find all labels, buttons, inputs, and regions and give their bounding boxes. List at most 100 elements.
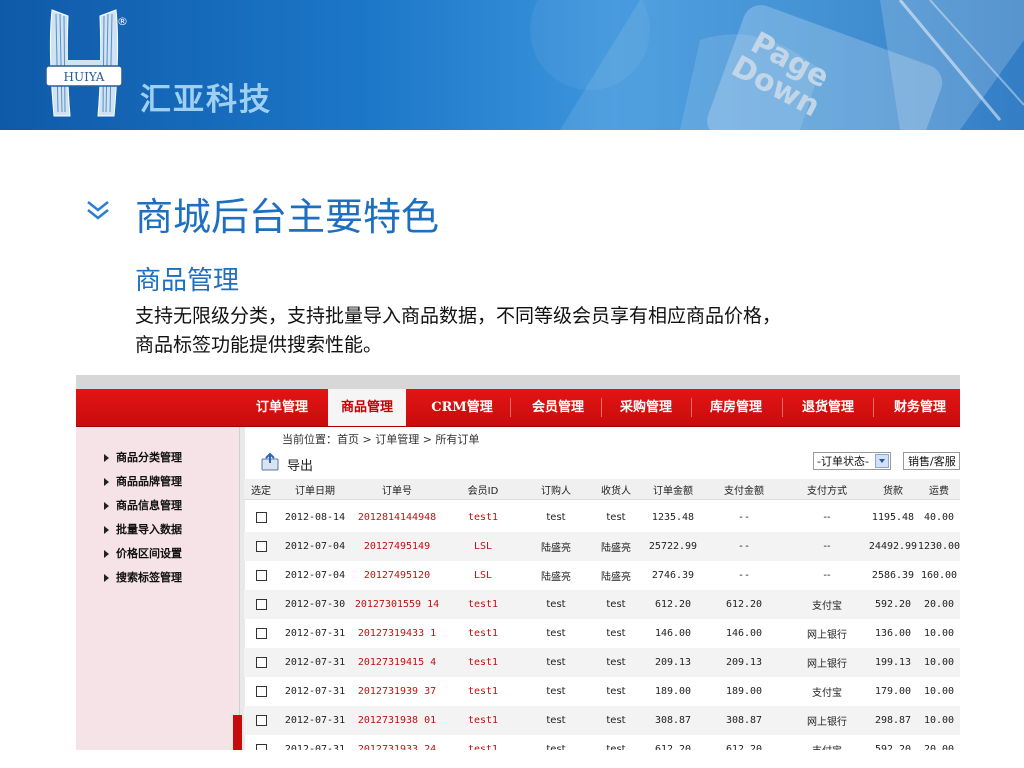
- shipping-fee: 10.00: [923, 657, 955, 668]
- col-order-no: 订单号: [382, 485, 412, 497]
- row-checkbox[interactable]: [255, 686, 267, 697]
- nav-purchasing[interactable]: 采购管理: [608, 389, 684, 426]
- triangle-right-icon: [104, 454, 109, 462]
- receiver: test: [606, 715, 626, 726]
- nav-divider: [782, 398, 783, 417]
- buyer: test: [546, 686, 566, 697]
- shipping-fee: 10.00: [923, 628, 955, 639]
- order-amount: 189.00: [654, 686, 692, 697]
- order-date: 2012-07-31: [284, 744, 346, 750]
- payment-method: 网上银行: [807, 717, 847, 728]
- row-checkbox[interactable]: [255, 744, 267, 750]
- sales-service-field[interactable]: 销售/客服: [903, 452, 960, 470]
- payment-method: 网上银行: [807, 659, 847, 670]
- order-date: 2012-07-31: [284, 657, 346, 668]
- goods-amount: 179.00: [874, 686, 912, 697]
- member-id: test1: [467, 512, 499, 523]
- buyer: test: [546, 744, 566, 750]
- nav-members[interactable]: 会员管理: [520, 389, 596, 426]
- row-checkbox[interactable]: [255, 541, 267, 552]
- paid-amount: --: [737, 541, 751, 552]
- triangle-right-icon: [104, 526, 109, 534]
- sidebar-item-search-tags[interactable]: 搜索标签管理: [104, 568, 182, 588]
- order-number[interactable]: 20127301559 14: [352, 590, 442, 619]
- nav-warehouse[interactable]: 库房管理: [698, 389, 774, 426]
- shipping-fee: 1230.00: [917, 541, 960, 552]
- order-status-select[interactable]: -订单状态-: [813, 452, 891, 470]
- sidebar-item-category[interactable]: 商品分类管理: [104, 448, 182, 468]
- nav-returns[interactable]: 退货管理: [790, 389, 866, 426]
- goods-amount: 592.20: [874, 744, 912, 750]
- sidebar-item-info[interactable]: 商品信息管理: [104, 496, 182, 516]
- top-strip: [76, 375, 960, 389]
- member-id: LSL: [473, 541, 493, 552]
- buyer: 陆盛亮: [541, 543, 571, 554]
- order-date: 2012-07-04: [284, 570, 346, 581]
- row-checkbox[interactable]: [255, 599, 267, 610]
- member-id: test1: [467, 628, 499, 639]
- row-select-cell: [244, 706, 278, 735]
- sidebar-item-label: 批量导入数据: [116, 523, 182, 536]
- buyer: test: [546, 628, 566, 639]
- sidebar-item-label: 商品分类管理: [116, 451, 182, 464]
- shipping-fee: 20.00: [923, 599, 955, 610]
- order-number[interactable]: 20127319433 1: [352, 619, 442, 648]
- nav-crm[interactable]: CRM管理: [430, 389, 494, 426]
- order-number[interactable]: 20127319415 4: [352, 648, 442, 677]
- member-id: test1: [467, 715, 499, 726]
- row-select-cell: [244, 503, 278, 532]
- row-checkbox[interactable]: [255, 657, 267, 668]
- col-pay-method: 支付方式: [807, 485, 847, 497]
- order-date: 2012-07-31: [284, 715, 346, 726]
- receiver: test: [606, 512, 626, 523]
- nav-finance[interactable]: 财务管理: [882, 389, 958, 426]
- row-checkbox[interactable]: [255, 715, 267, 726]
- row-checkbox[interactable]: [255, 628, 267, 639]
- sidebar-item-import[interactable]: 批量导入数据: [104, 520, 182, 540]
- goods-amount: 24492.99: [868, 541, 918, 552]
- brand-name: 汇亚科技: [140, 82, 272, 118]
- row-checkbox[interactable]: [255, 512, 267, 523]
- buyer: test: [546, 657, 566, 668]
- payment-method: --: [823, 570, 831, 581]
- shipping-fee: 40.00: [923, 512, 955, 523]
- goods-amount: 199.13: [874, 657, 912, 668]
- order-number[interactable]: 2012731933 24: [352, 735, 442, 750]
- slide-title: 商城后台主要特色: [135, 195, 440, 239]
- order-number[interactable]: 2012731939 37: [352, 677, 442, 706]
- payment-method: --: [823, 512, 831, 523]
- table-row: 2012-08-14 2012814144948 test1 test test 1235…: [244, 503, 960, 532]
- paid-amount: 189.00: [725, 686, 763, 697]
- triangle-right-icon: [104, 478, 109, 486]
- order-amount: 2746.39: [651, 570, 695, 581]
- order-number[interactable]: 20127495120: [352, 561, 442, 590]
- table-row: 2012-07-31 2012731933 24 test1 test test 612.…: [244, 735, 960, 750]
- nav-orders[interactable]: 订单管理: [244, 389, 320, 426]
- nav-divider: [691, 398, 692, 417]
- sidebar-item-price-range[interactable]: 价格区间设置: [104, 544, 182, 564]
- row-checkbox[interactable]: [255, 570, 267, 581]
- buyer: test: [546, 512, 566, 523]
- row-select-cell: [244, 532, 278, 561]
- order-number[interactable]: 2012731938 01: [352, 706, 442, 735]
- goods-amount: 136.00: [874, 628, 912, 639]
- receiver: test: [606, 744, 626, 750]
- nav-products[interactable]: 商品管理: [328, 389, 406, 426]
- collapse-handle[interactable]: [233, 715, 242, 750]
- svg-text:HUIYA: HUIYA: [64, 70, 105, 84]
- payment-method: 支付宝: [812, 688, 842, 699]
- shipping-fee: 10.00: [923, 715, 955, 726]
- receiver: test: [606, 599, 626, 610]
- export-button[interactable]: 导出: [287, 455, 313, 474]
- buyer: test: [546, 599, 566, 610]
- receiver: test: [606, 628, 626, 639]
- sidebar-item-label: 搜索标签管理: [116, 571, 182, 584]
- export-icon[interactable]: [260, 452, 280, 472]
- chevron-down-icon[interactable]: [875, 454, 889, 468]
- order-number[interactable]: 2012814144948: [352, 503, 442, 532]
- order-number[interactable]: 20127495149: [352, 532, 442, 561]
- sidebar-item-brand[interactable]: 商品品牌管理: [104, 472, 182, 492]
- col-order-amount: 订单金额: [653, 485, 693, 497]
- main-nav: 订单管理 商品管理 CRM管理 会员管理 采购管理 库房管理 退货管理 财务管理: [76, 389, 960, 427]
- col-paid-amount: 支付金额: [724, 485, 764, 497]
